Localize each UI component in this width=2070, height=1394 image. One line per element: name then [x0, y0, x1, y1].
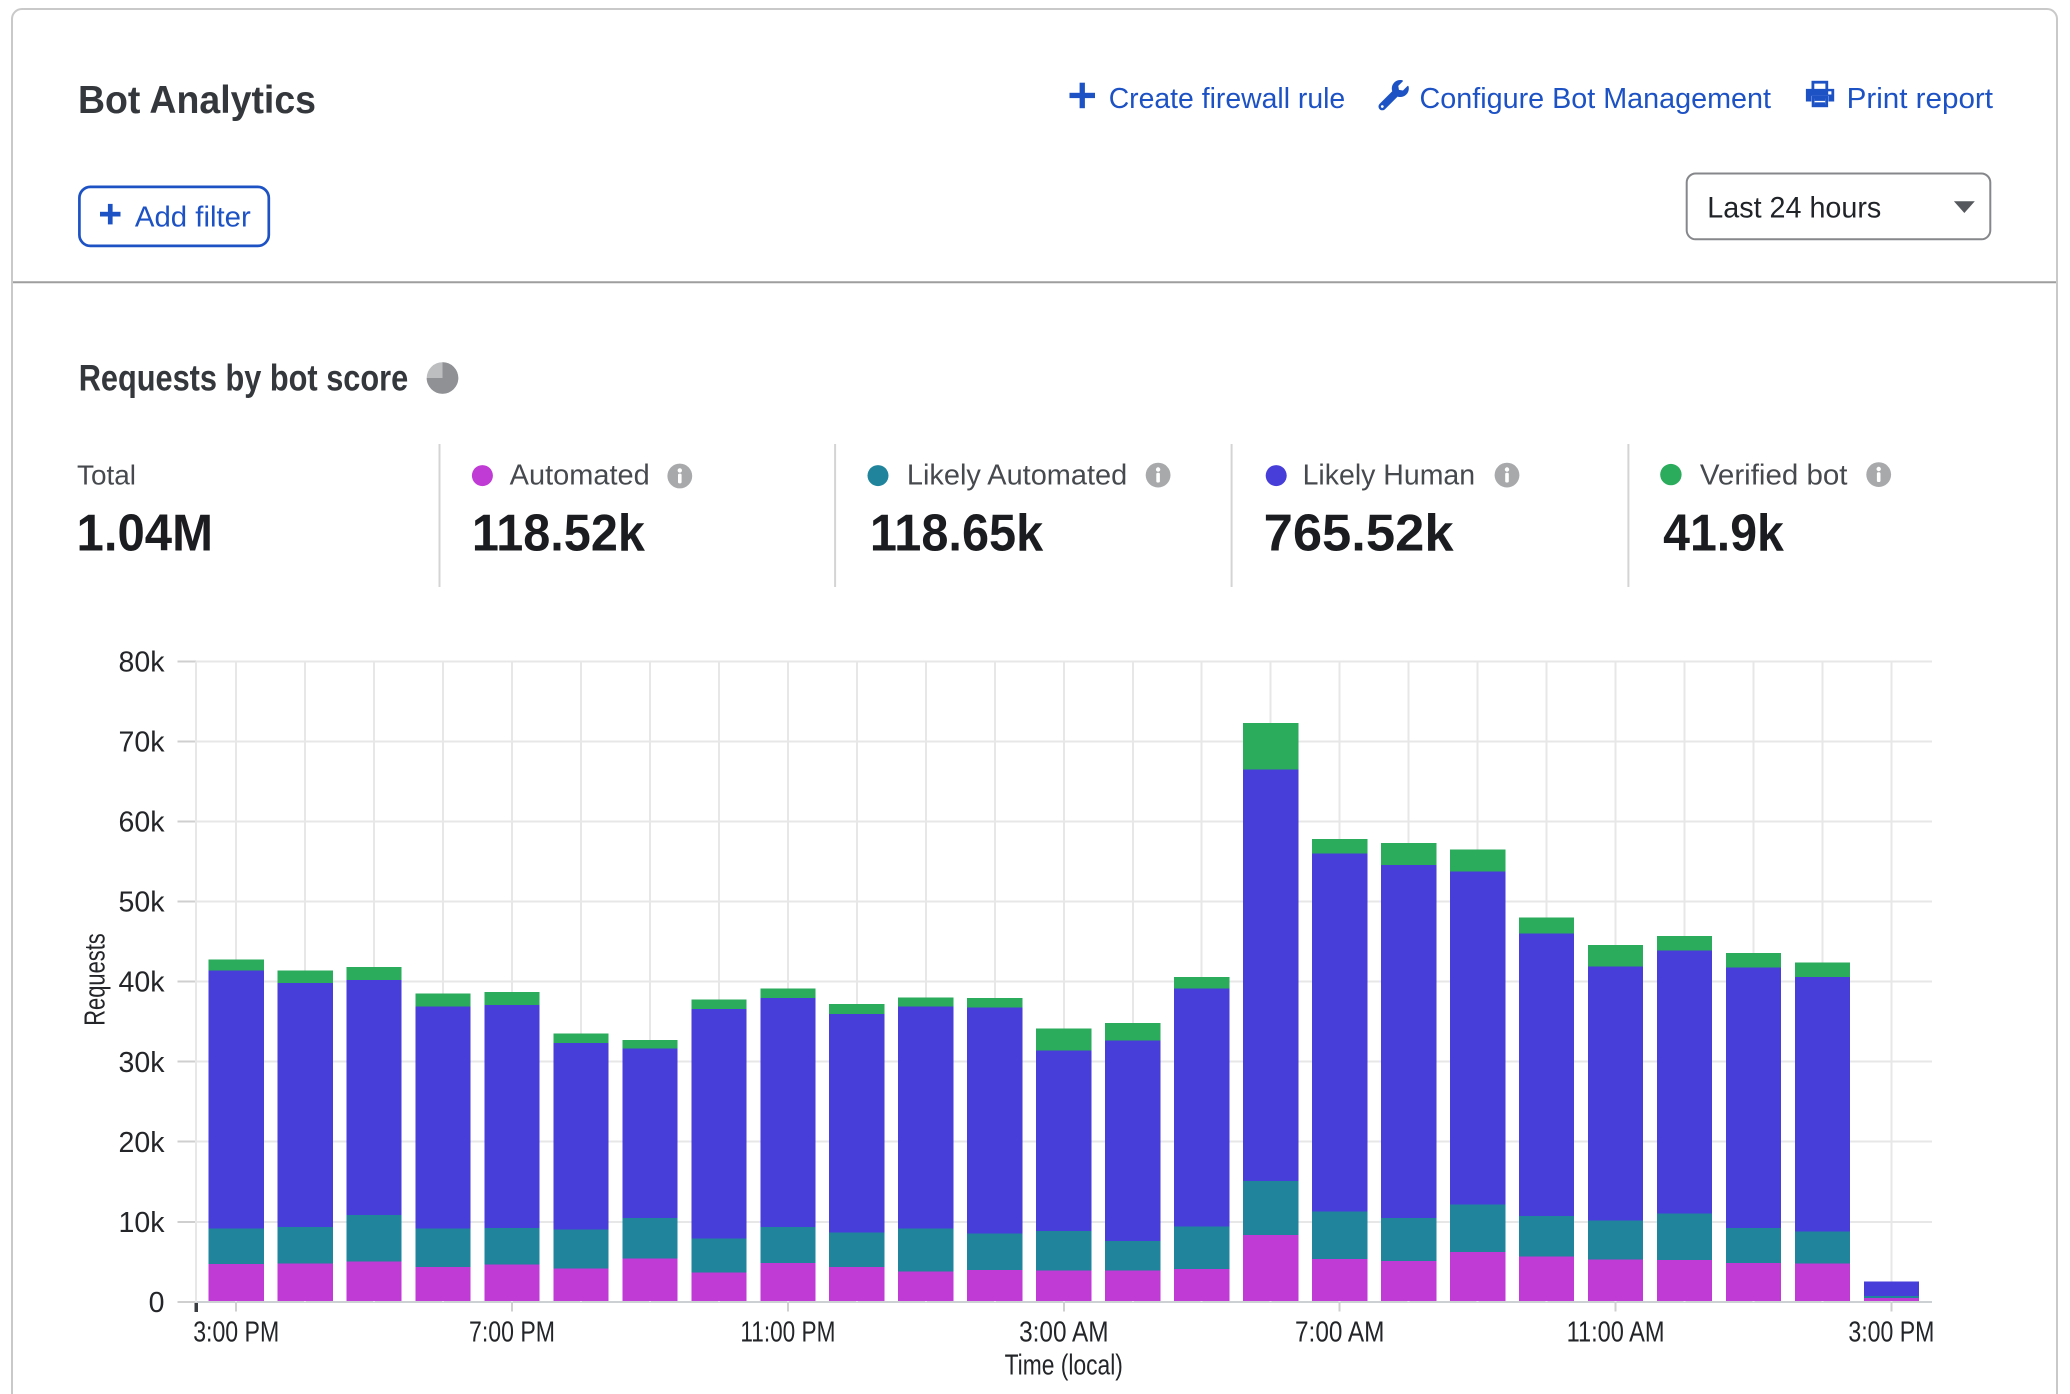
- svg-text:20k: 20k: [119, 1127, 166, 1159]
- svg-text:Configure Bot Management: Configure Bot Management: [1420, 83, 1772, 115]
- svg-text:Add filter: Add filter: [135, 202, 251, 234]
- svg-text:Requests: Requests: [79, 933, 111, 1026]
- svg-text:41.9k: 41.9k: [1663, 504, 1784, 562]
- svg-text:11:00 AM: 11:00 AM: [1567, 1316, 1665, 1348]
- svg-text:Likely Automated: Likely Automated: [907, 459, 1127, 491]
- svg-text:Print report: Print report: [1847, 83, 1993, 115]
- svg-text:1.04M: 1.04M: [77, 504, 214, 562]
- svg-text:118.65k: 118.65k: [870, 504, 1043, 562]
- svg-text:7:00 AM: 7:00 AM: [1295, 1316, 1384, 1348]
- svg-text:Requests by bot score: Requests by bot score: [79, 357, 409, 399]
- svg-text:30k: 30k: [119, 1047, 166, 1079]
- svg-text:3:00 AM: 3:00 AM: [1019, 1316, 1108, 1348]
- svg-text:11:00 PM: 11:00 PM: [740, 1316, 835, 1348]
- svg-text:Automated: Automated: [510, 459, 650, 491]
- svg-text:0: 0: [149, 1287, 165, 1319]
- svg-text:Bot Analytics: Bot Analytics: [78, 79, 316, 122]
- svg-text:10k: 10k: [119, 1207, 166, 1239]
- svg-text:Create firewall rule: Create firewall rule: [1109, 83, 1346, 115]
- svg-text:3:00 PM: 3:00 PM: [193, 1316, 279, 1348]
- svg-text:Likely Human: Likely Human: [1303, 459, 1476, 491]
- svg-text:40k: 40k: [119, 967, 166, 999]
- svg-text:50k: 50k: [119, 887, 166, 919]
- svg-text:80k: 80k: [119, 647, 166, 679]
- svg-text:Verified bot: Verified bot: [1700, 459, 1848, 491]
- svg-text:7:00 PM: 7:00 PM: [469, 1316, 555, 1348]
- svg-text:Total: Total: [77, 459, 136, 490]
- svg-text:60k: 60k: [119, 807, 166, 839]
- svg-text:765.52k: 765.52k: [1264, 504, 1454, 562]
- svg-text:118.52k: 118.52k: [472, 504, 645, 562]
- svg-text:Last 24 hours: Last 24 hours: [1707, 191, 1881, 224]
- svg-text:3:00 PM: 3:00 PM: [1848, 1316, 1934, 1348]
- svg-text:Time (local): Time (local): [1005, 1350, 1123, 1382]
- svg-text:70k: 70k: [119, 727, 166, 759]
